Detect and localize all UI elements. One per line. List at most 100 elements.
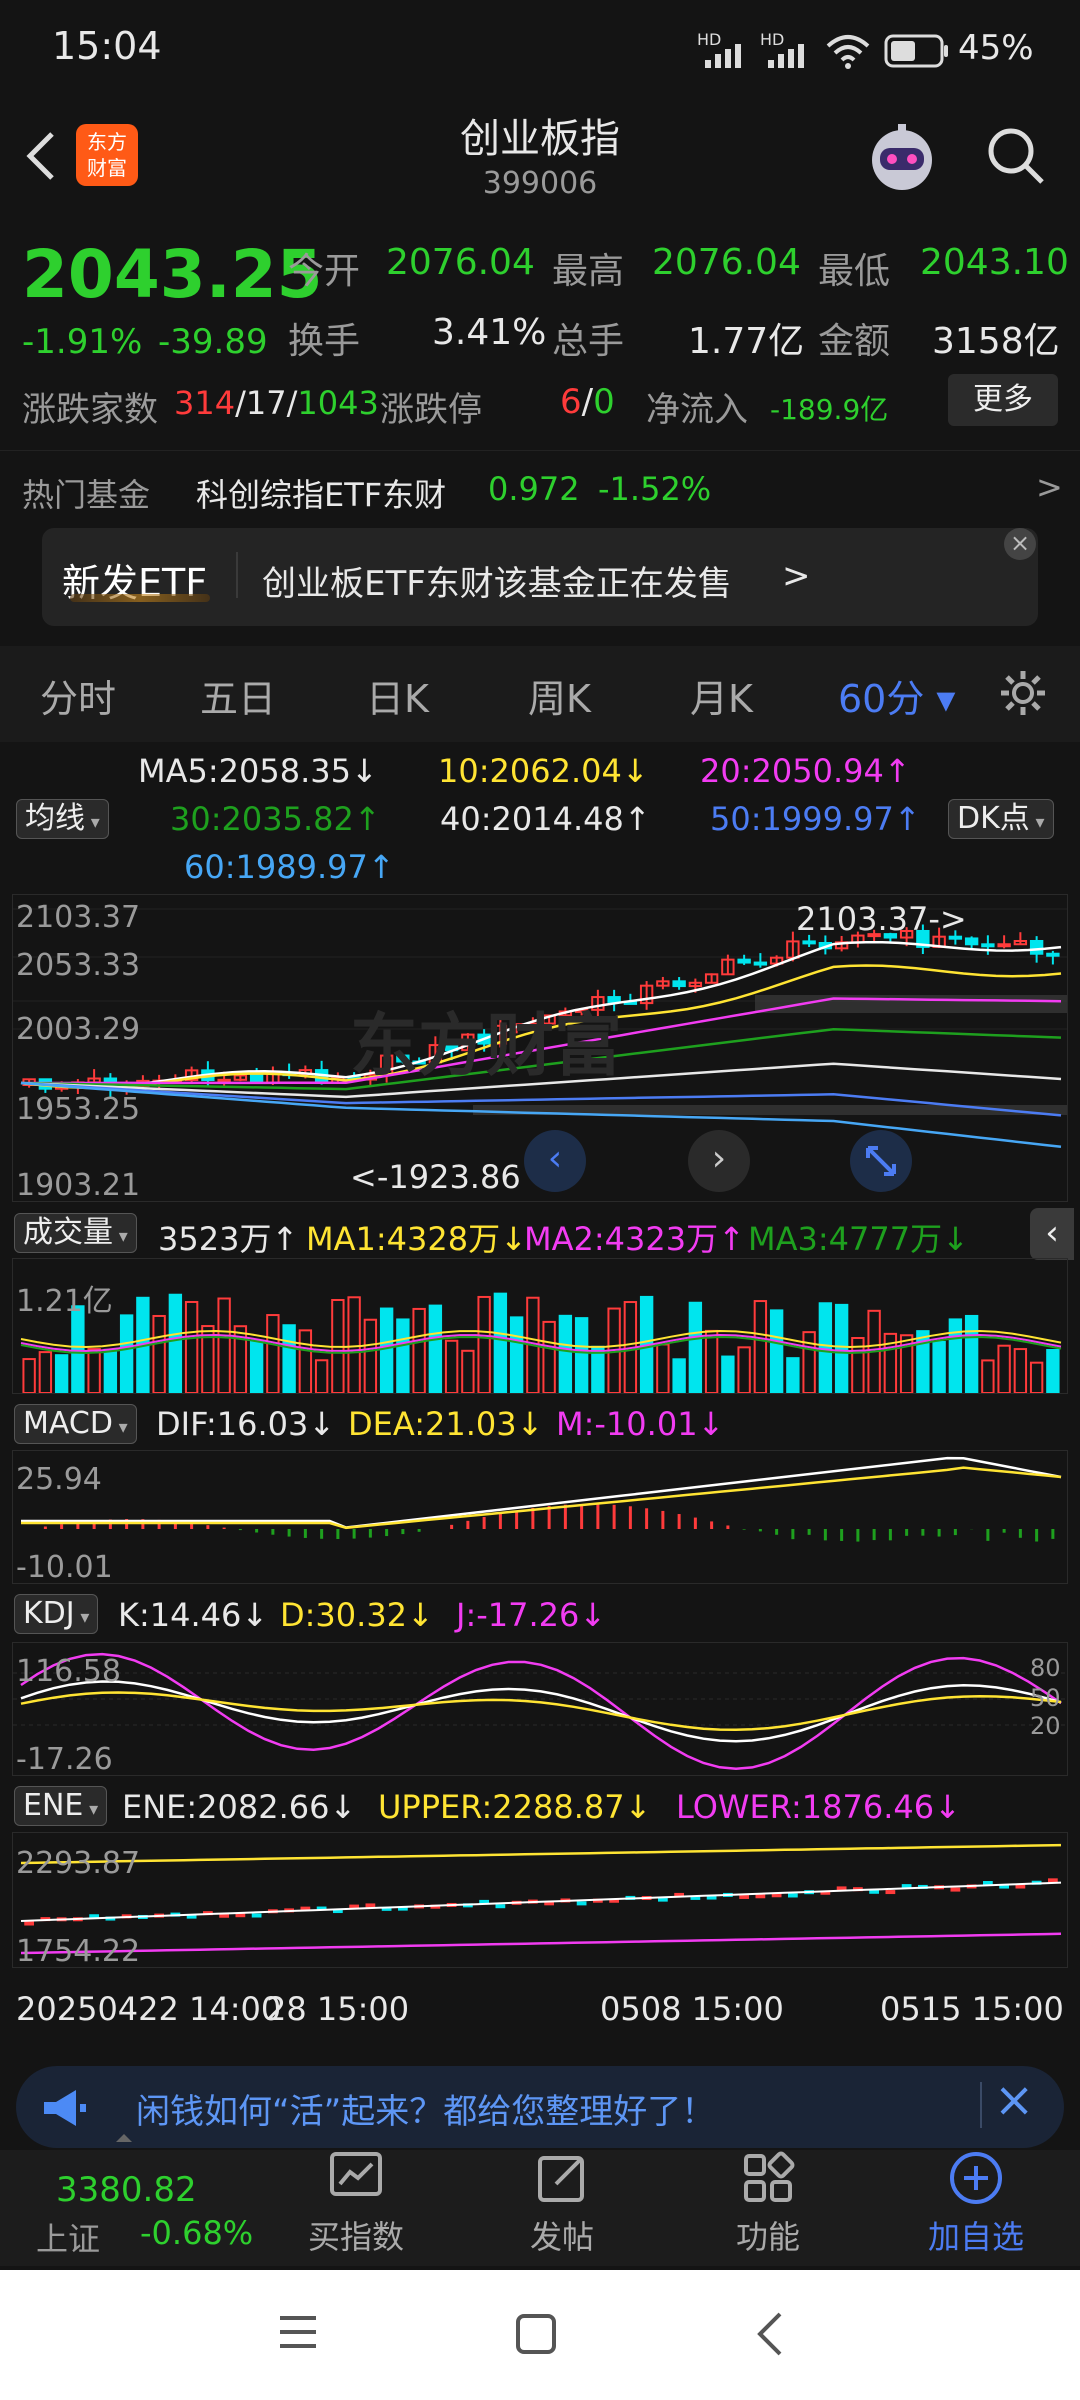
kdj-line bbox=[20, 1680, 1062, 1743]
home-icon[interactable] bbox=[514, 2312, 558, 2356]
back-nav-icon[interactable] bbox=[752, 2310, 788, 2358]
sh-index-name: 上证 bbox=[36, 2220, 101, 2258]
more-button[interactable]: 更多 bbox=[948, 374, 1058, 426]
kline-y-5: 1903.21 bbox=[16, 1168, 141, 1203]
volume-bar bbox=[314, 1359, 329, 1395]
volume-bar bbox=[1013, 1348, 1028, 1394]
volume-bar bbox=[834, 1303, 849, 1394]
add-watchlist-label[interactable]: 加自选 bbox=[928, 2212, 1024, 2258]
ene-value: ENE:2082.66↓ bbox=[122, 1788, 357, 1826]
robot-assistant-icon[interactable] bbox=[862, 118, 942, 198]
scroll-left-button[interactable]: ‹ bbox=[524, 1130, 586, 1192]
hot-fund-price: 0.972 bbox=[488, 470, 580, 508]
low-label: 最低 bbox=[818, 251, 891, 292]
tab-weekly[interactable]: 周K bbox=[528, 668, 591, 723]
hot-fund-pct: -1.52% bbox=[598, 470, 712, 508]
macd-select[interactable]: MACD bbox=[14, 1404, 137, 1444]
x-date-1: 20250422 14:00 bbox=[16, 1990, 282, 2028]
volume-bar bbox=[477, 1295, 491, 1394]
ene-candle bbox=[755, 1894, 766, 1899]
collapse-panel-button[interactable]: ‹ bbox=[1030, 1208, 1074, 1260]
volume-bar bbox=[396, 1318, 410, 1395]
expand-caret-icon[interactable] bbox=[116, 2134, 132, 2142]
volume-bar bbox=[574, 1317, 589, 1394]
scroll-right-button[interactable]: › bbox=[688, 1130, 750, 1192]
volume-bar bbox=[672, 1358, 686, 1394]
limit-label: 涨跌停 bbox=[380, 390, 482, 430]
volume-bar bbox=[493, 1292, 508, 1394]
notice-divider bbox=[980, 2082, 982, 2128]
volume-svg bbox=[20, 1292, 1062, 1395]
chevron-right-icon[interactable]: > bbox=[1036, 468, 1063, 506]
hot-fund-label: 热门基金 bbox=[22, 476, 151, 514]
candle-body bbox=[1046, 952, 1060, 957]
volume-bar bbox=[1046, 1348, 1060, 1394]
kdj-ref-50: 50 bbox=[1030, 1684, 1061, 1712]
volume-bar bbox=[688, 1301, 703, 1394]
buy-index-label[interactable]: 买指数 bbox=[308, 2212, 404, 2258]
settings-gear-icon[interactable] bbox=[998, 668, 1048, 718]
menu-icon[interactable] bbox=[276, 2312, 320, 2352]
ene-candle bbox=[576, 1901, 587, 1906]
tab-daily[interactable]: 日K bbox=[366, 668, 429, 723]
ma-select[interactable]: 均线 bbox=[16, 799, 109, 839]
tab-60min[interactable]: 60分 ▾ bbox=[838, 668, 956, 723]
kdj-ref-20: 20 bbox=[1030, 1712, 1061, 1740]
volume-chart bbox=[12, 1258, 1068, 1395]
add-watchlist-icon[interactable] bbox=[948, 2150, 1008, 2206]
tab-intraday[interactable]: 分时 bbox=[40, 668, 116, 723]
functions-icon[interactable] bbox=[740, 2150, 800, 2206]
sep-3: / bbox=[581, 382, 594, 422]
dk-point-select[interactable]: DK点 bbox=[948, 799, 1054, 839]
volume-bar bbox=[363, 1318, 378, 1394]
macd-m: M:-10.01↓ bbox=[556, 1405, 725, 1443]
buy-index-icon[interactable] bbox=[326, 2150, 386, 2206]
kline-y-4: 1953.25 bbox=[16, 1092, 141, 1127]
volume-bar bbox=[461, 1349, 475, 1394]
fullscreen-icon[interactable] bbox=[850, 1130, 912, 1192]
banner-close-icon[interactable]: × bbox=[1004, 528, 1036, 560]
ene-y-bottom: 1754.22 bbox=[16, 1934, 141, 1969]
macd-dif: DIF:16.03↓ bbox=[156, 1405, 336, 1443]
functions-label[interactable]: 功能 bbox=[736, 2212, 800, 2258]
volume-bar bbox=[753, 1300, 768, 1394]
volume-bar bbox=[54, 1354, 69, 1394]
sep-2: / bbox=[286, 384, 298, 422]
sh-index-value[interactable]: 3380.82 bbox=[56, 2170, 197, 2210]
tab-monthly[interactable]: 月K bbox=[690, 668, 753, 723]
volume-bar bbox=[704, 1329, 719, 1394]
macd-y-top: 25.94 bbox=[16, 1462, 102, 1497]
amount-value: 3158亿 bbox=[932, 321, 1060, 362]
post-icon[interactable] bbox=[534, 2150, 594, 2206]
volume-select[interactable]: 成交量 bbox=[14, 1213, 137, 1253]
kdj-d: D:30.32↓ bbox=[280, 1596, 434, 1634]
watermark: 东方财富 bbox=[350, 1007, 623, 1086]
kdj-select[interactable]: KDJ bbox=[14, 1594, 99, 1634]
hot-fund-name[interactable]: 科创综指ETF东财 bbox=[196, 470, 446, 516]
notice-close-icon[interactable]: × bbox=[994, 2072, 1034, 2128]
post-label[interactable]: 发帖 bbox=[530, 2212, 594, 2258]
ene-select[interactable]: ENE bbox=[14, 1786, 108, 1826]
candle-body bbox=[964, 937, 979, 946]
candle-body bbox=[1029, 940, 1044, 955]
volume-bar bbox=[282, 1324, 296, 1394]
x-date-2: 28 15:00 bbox=[266, 1990, 410, 2028]
volume-bar bbox=[379, 1307, 394, 1395]
ene-upper-line bbox=[20, 1843, 1062, 1865]
ene-lower-line bbox=[20, 1932, 1062, 1955]
flat-count: 17 bbox=[245, 384, 287, 422]
banner-arrow: > bbox=[782, 556, 811, 596]
ene-svg bbox=[20, 1843, 1062, 1955]
ma60-value: 60:1989.97↑ bbox=[184, 848, 395, 886]
search-icon[interactable] bbox=[984, 124, 1048, 188]
turnover-label: 换手 bbox=[288, 321, 361, 362]
low-value: 2043.10 bbox=[920, 242, 1069, 283]
volume-bar bbox=[542, 1320, 556, 1394]
tab-five-day[interactable]: 五日 bbox=[200, 668, 276, 723]
status-time: 15:04 bbox=[52, 24, 162, 68]
x-date-4: 0515 15:00 bbox=[880, 1990, 1064, 2028]
volume-bar bbox=[656, 1343, 670, 1394]
min-price-label: <-1923.86 bbox=[350, 1158, 521, 1196]
kdj-line bbox=[20, 1652, 1062, 1771]
candle-body bbox=[753, 961, 768, 966]
